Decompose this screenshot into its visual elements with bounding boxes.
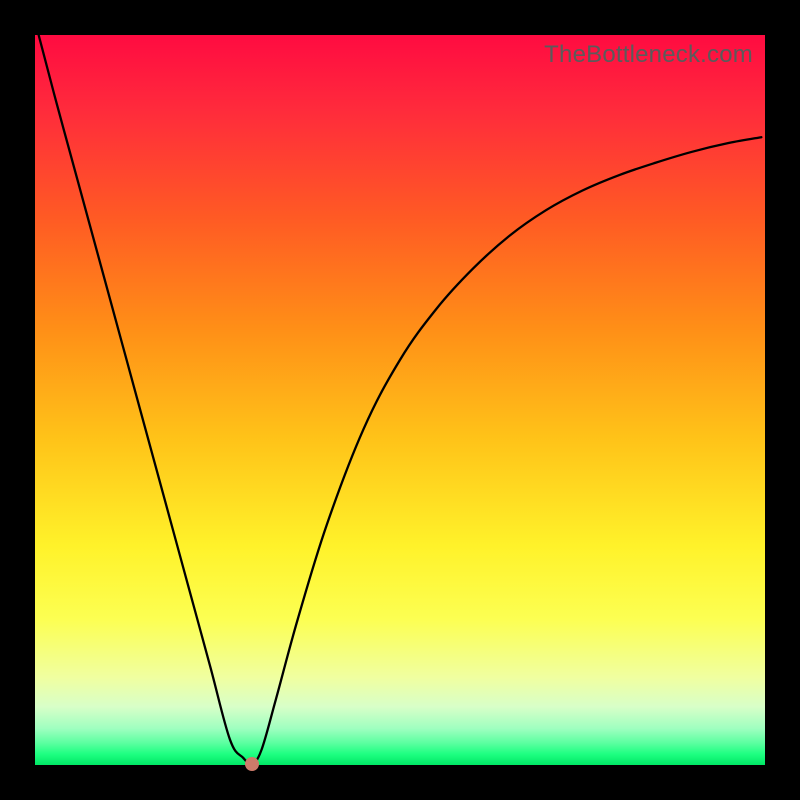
chart-container: TheBottleneck.com	[0, 0, 800, 800]
plot-area: TheBottleneck.com	[35, 35, 765, 765]
optimum-marker	[245, 757, 259, 771]
bottleneck-curve	[35, 35, 765, 765]
